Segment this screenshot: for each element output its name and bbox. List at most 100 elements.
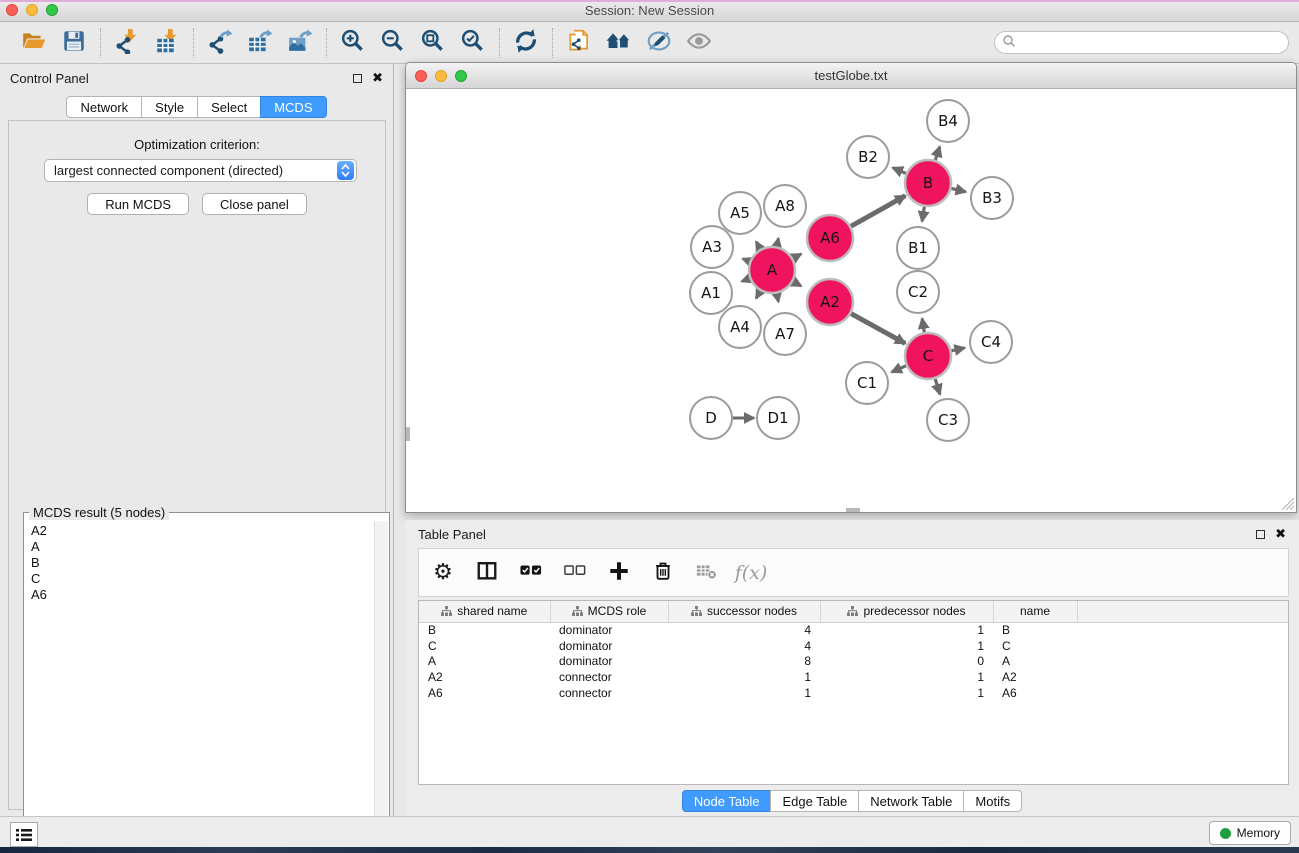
home-button[interactable] [603,28,635,58]
table-row[interactable]: A6connector11A6 [419,685,1288,701]
settings-button[interactable]: ⚙ [429,559,457,587]
table-row[interactable]: A2connector11A2 [419,669,1288,685]
network-overview-button[interactable] [563,28,595,58]
node-A1[interactable]: A1 [690,272,732,314]
node-C2[interactable]: C2 [897,271,939,313]
tab-network[interactable]: Network [66,96,142,118]
criterion-dropdown[interactable]: largest connected component (directed) [44,159,357,182]
mcds-result-list[interactable]: A2ABCA6 [25,521,374,850]
close-panel-icon[interactable]: ✖ [372,72,383,85]
network-window-titlebar[interactable]: testGlobe.txt [406,63,1296,89]
node-B[interactable]: B [905,160,951,206]
tab-select[interactable]: Select [197,96,261,118]
edge-A-A6[interactable] [793,254,801,258]
vertical-scroll-thumb[interactable] [406,427,410,441]
zoom-out-button[interactable] [377,28,409,58]
run-mcds-button[interactable]: Run MCDS [87,193,189,215]
node-C[interactable]: C [905,333,951,379]
node-C1[interactable]: C1 [846,362,888,404]
node-A5[interactable]: A5 [719,192,761,234]
result-item[interactable]: A2 [31,523,374,539]
open-session-button[interactable] [18,28,50,58]
node-A3[interactable]: A3 [691,226,733,268]
node-B1[interactable]: B1 [897,227,939,269]
import-network-button[interactable] [111,28,143,58]
column-header-shared-name[interactable]: shared name [419,601,550,622]
result-item[interactable]: B [31,555,374,571]
edge-A-A7[interactable] [777,294,779,302]
edge-B-B3[interactable] [951,188,965,191]
table-row[interactable]: Adominator80A [419,653,1288,669]
column-view-button[interactable] [473,559,501,587]
search-box[interactable] [994,31,1289,54]
edge-C-C3[interactable] [935,379,940,394]
table-row[interactable]: Bdominator41B [419,622,1288,638]
tab-style[interactable]: Style [141,96,198,118]
export-table-button[interactable] [244,28,276,58]
network-canvas[interactable]: B4 B2 B B3 A5A8A6 A3 B1 A A1 C2 A2 A4A7 C4 C C1 C3 D D1 [406,89,1296,512]
resize-grip[interactable] [1282,498,1295,511]
edge-B-B1[interactable] [922,207,924,222]
column-header-predecessor-nodes[interactable]: predecessor nodes [820,601,993,622]
tab-motifs[interactable]: Motifs [963,790,1022,812]
node-A2[interactable]: A2 [807,279,853,325]
node-C3[interactable]: C3 [927,399,969,441]
node-D[interactable]: D [690,397,732,439]
show-graphics-details-button[interactable] [683,28,715,58]
edge-A-A8[interactable] [777,238,779,246]
unselect-all-columns-button[interactable] [561,559,589,587]
edge-B-B4[interactable] [935,147,939,160]
float-table-panel-icon[interactable] [1256,530,1265,539]
zoom-in-button[interactable] [337,28,369,58]
edge-A-A3[interactable] [743,259,750,262]
save-session-button[interactable] [58,28,90,58]
node-D1[interactable]: D1 [757,397,799,439]
tab-edge-table[interactable]: Edge Table [770,790,859,812]
result-item[interactable]: A [31,539,374,555]
export-image-button[interactable] [284,28,316,58]
edge-B-B2[interactable] [893,168,906,174]
delete-column-button[interactable] [649,559,677,587]
edge-C-C2[interactable] [922,319,924,333]
zoom-fit-button[interactable] [417,28,449,58]
edge-A-A1[interactable] [742,278,750,281]
horizontal-scroll-thumb[interactable] [846,508,860,512]
add-column-button[interactable] [605,559,633,587]
edge-A6-B[interactable] [851,196,905,227]
edge-A-A2[interactable] [793,282,801,286]
edge-A2-C[interactable] [851,314,905,344]
column-header-name[interactable]: name [993,601,1077,622]
import-table-button[interactable] [151,28,183,58]
result-scrollbar[interactable] [374,521,388,850]
close-panel-button[interactable]: Close panel [202,193,307,215]
table-row[interactable]: Cdominator41C [419,638,1288,654]
edge-C-C4[interactable] [951,348,964,351]
node-A[interactable]: A [749,247,795,293]
result-item[interactable]: A6 [31,587,374,603]
memory-button[interactable]: Memory [1209,821,1291,845]
select-all-columns-button[interactable] [517,559,545,587]
tab-node-table[interactable]: Node Table [682,790,772,812]
edge-C-C1[interactable] [892,366,906,372]
column-header-MCDS-role[interactable]: MCDS role [550,601,668,622]
zoom-selected-button[interactable] [457,28,489,58]
network-graph[interactable]: B4 B2 B B3 A5A8A6 A3 B1 A A1 C2 A2 A4A7 C4 C C1 C3 D D1 [406,89,1296,512]
tab-network-table[interactable]: Network Table [858,790,964,812]
node-A6[interactable]: A6 [807,215,853,261]
tab-mcds[interactable]: MCDS [260,96,326,118]
edge-A-A5[interactable] [756,242,760,249]
hide-graphics-details-button[interactable] [643,28,675,58]
node-A7[interactable]: A7 [764,313,806,355]
float-panel-icon[interactable] [353,74,362,83]
node-B2[interactable]: B2 [847,136,889,178]
task-history-button[interactable] [10,822,38,847]
node-B4[interactable]: B4 [927,100,969,142]
node-A4[interactable]: A4 [719,306,761,348]
node-B3[interactable]: B3 [971,177,1013,219]
close-table-panel-icon[interactable]: ✖ [1275,528,1286,541]
column-header-successor-nodes[interactable]: successor nodes [668,601,820,622]
search-input[interactable] [1020,36,1288,50]
refresh-layout-button[interactable] [510,28,542,58]
node-A8[interactable]: A8 [764,185,806,227]
node-C4[interactable]: C4 [970,321,1012,363]
